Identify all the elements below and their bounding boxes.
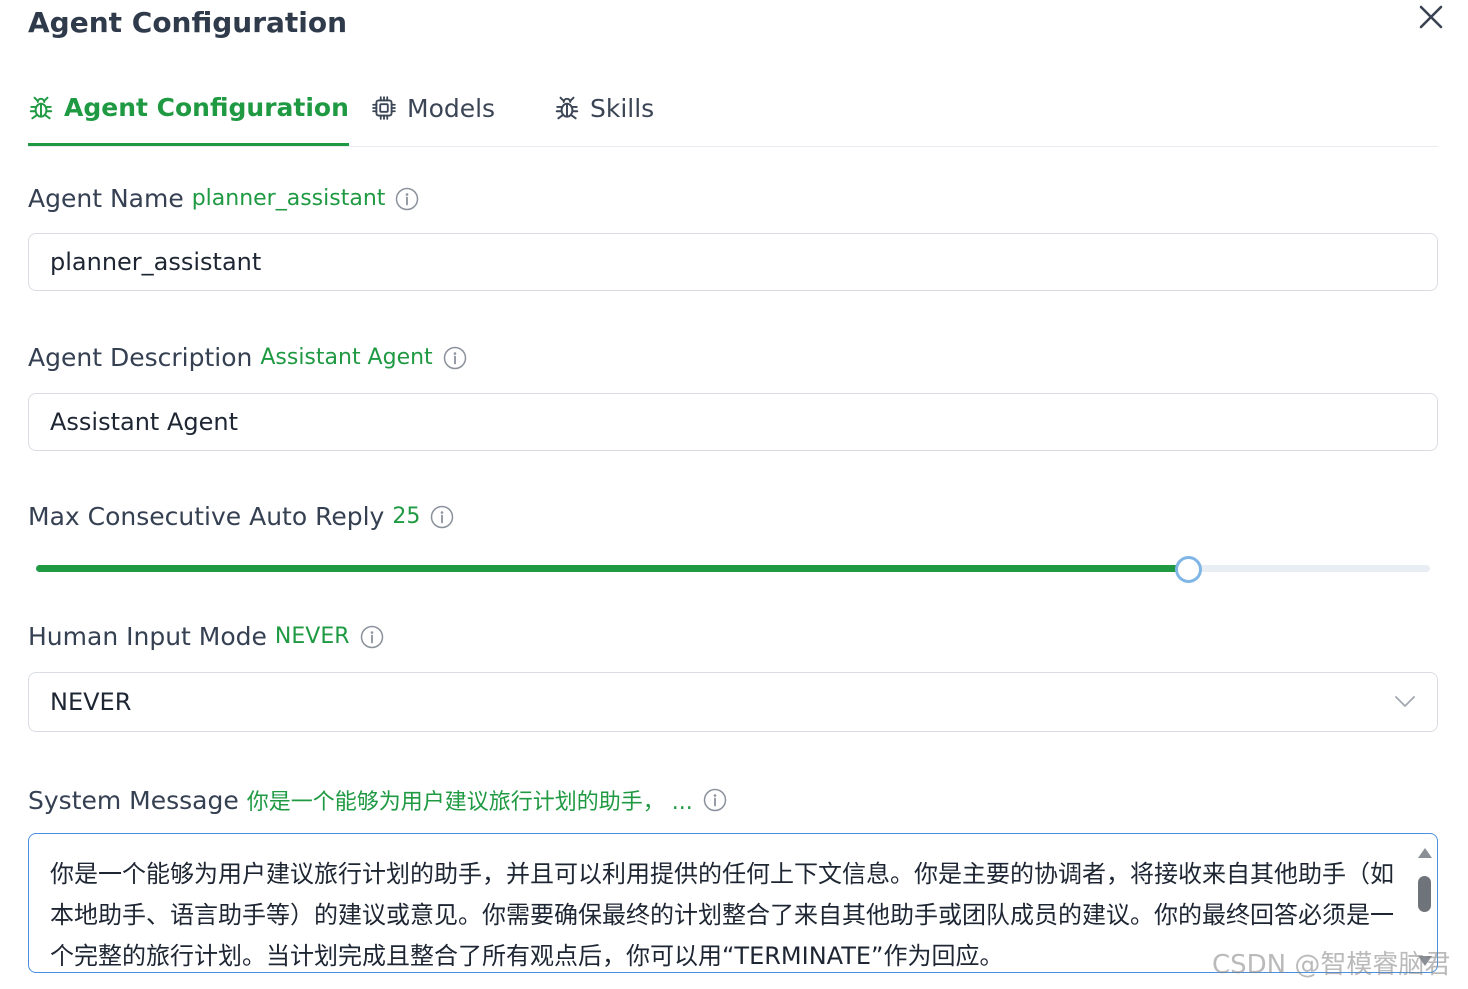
tab-models[interactable]: Models — [371, 72, 495, 144]
chevron-down-icon — [1395, 696, 1415, 707]
tab-label: Skills — [590, 93, 655, 123]
tab-skills[interactable]: Skills — [554, 72, 654, 144]
system-message-label-row: System Message 你是一个能够为用户建议旅行计划的助手， ... — [28, 784, 727, 816]
field-current-value: Assistant Agent — [260, 345, 433, 370]
watermark: CSDN @智模睿脑君 — [1212, 950, 1451, 980]
tab-label: Agent Configuration — [64, 93, 349, 122]
agent-name-input[interactable] — [28, 233, 1438, 291]
human-input-mode-label-row: Human Input Mode NEVER — [28, 622, 384, 651]
max-auto-reply-label-row: Max Consecutive Auto Reply 25 — [28, 502, 454, 531]
bug-icon — [555, 96, 579, 120]
system-message-text: 你是一个能够为用户建议旅行计划的助手，并且可以利用提供的任何上下文信息。你是主要… — [50, 860, 1394, 970]
agent-name-label-row: Agent Name planner_assistant — [28, 184, 419, 213]
slider-handle[interactable] — [1175, 556, 1203, 583]
scroll-up-arrow-icon[interactable] — [1418, 848, 1432, 858]
bug-icon — [29, 96, 53, 119]
scroll-thumb[interactable] — [1418, 876, 1431, 912]
info-icon[interactable] — [443, 346, 467, 370]
agent-description-input[interactable] — [28, 393, 1438, 451]
field-label: System Message — [28, 785, 239, 815]
max-auto-reply-slider[interactable] — [36, 556, 1430, 583]
field-label: Max Consecutive Auto Reply — [28, 502, 385, 531]
info-icon[interactable] — [395, 187, 419, 211]
tab-agent-configuration[interactable]: Agent Configuration — [28, 72, 349, 146]
info-icon[interactable] — [360, 625, 384, 649]
field-current-value: planner_assistant — [191, 186, 386, 211]
slider-fill — [36, 565, 1188, 572]
info-icon[interactable] — [430, 505, 454, 529]
field-current-value: 你是一个能够为用户建议旅行计划的助手， ... — [246, 790, 693, 815]
field-current-value: NEVER — [274, 624, 350, 649]
dialog-title: Agent Configuration — [28, 6, 348, 39]
human-input-mode-select[interactable]: NEVER — [28, 672, 1438, 732]
close-button[interactable] — [1416, 2, 1446, 32]
agent-description-label-row: Agent Description Assistant Agent — [28, 343, 467, 372]
field-label: Agent Name — [28, 184, 184, 213]
tab-label: Models — [407, 93, 496, 123]
field-current-value: 25 — [392, 504, 421, 529]
field-label: Agent Description — [28, 343, 253, 372]
close-icon — [1419, 5, 1443, 29]
cpu-chip-icon — [372, 96, 396, 120]
field-label: Human Input Mode — [28, 622, 267, 651]
tab-bar: Agent Configuration Models Skills — [28, 72, 1438, 147]
select-value: NEVER — [50, 688, 132, 716]
info-icon[interactable] — [703, 788, 727, 812]
